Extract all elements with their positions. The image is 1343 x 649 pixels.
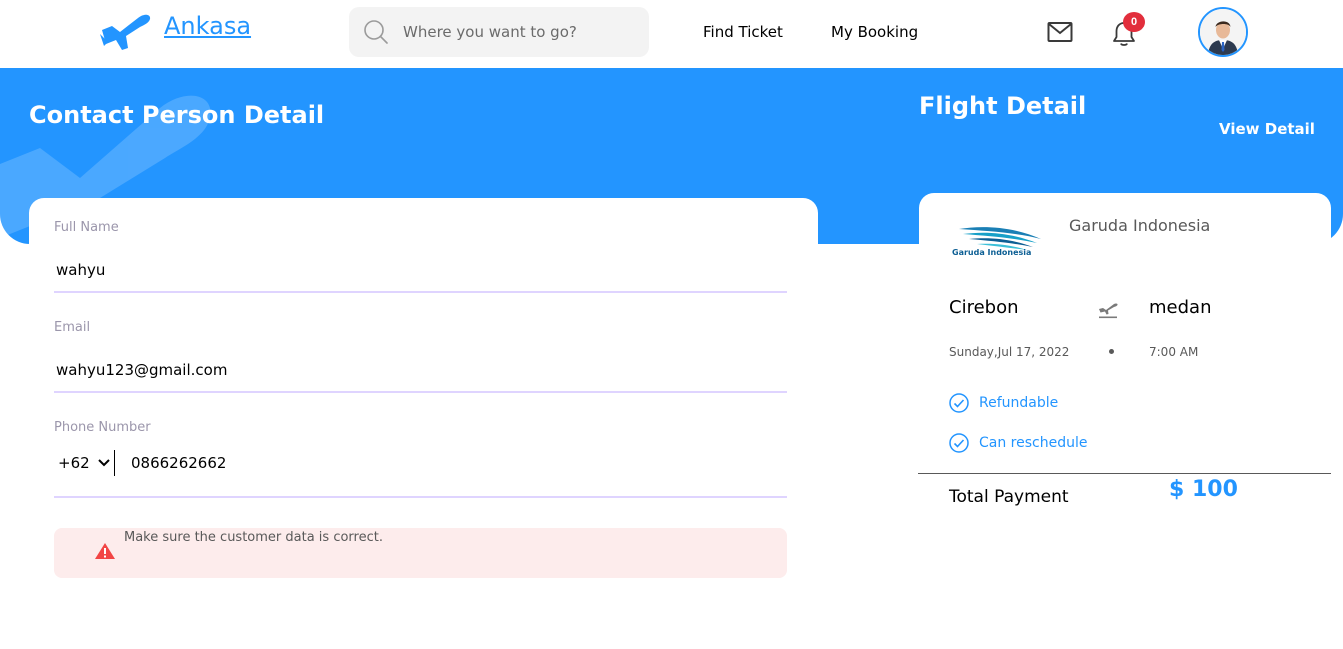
email-underline (54, 391, 787, 393)
country-code-select[interactable]: +62 (54, 454, 114, 472)
avatar[interactable] (1198, 7, 1248, 57)
flight-detail-card: Garuda Indonesia Garuda Indonesia Cirebo… (918, 193, 1331, 533)
warning-banner: Make sure the customer data is correct. (54, 528, 787, 578)
warning-icon (95, 543, 115, 559)
full-name-label: Full Name (54, 220, 119, 235)
search-bar[interactable] (349, 7, 649, 57)
feature-reschedule: Can reschedule (949, 433, 1087, 453)
check-circle-icon (949, 393, 969, 413)
phone-input-row: +62 0866262662 (54, 450, 226, 476)
check-circle-icon (949, 433, 969, 453)
brand-logo[interactable]: Ankasa (98, 12, 251, 52)
country-code-value: +62 (58, 454, 90, 472)
warning-text: Make sure the customer data is correct. (124, 530, 383, 545)
phone-input[interactable]: 0866262662 (131, 454, 226, 472)
user-avatar-icon (1200, 9, 1246, 55)
plane-logo-icon (100, 14, 151, 51)
contact-form-card: Full Name wahyu Email wahyu123@gmail.com… (29, 198, 818, 638)
phone-underline (54, 496, 787, 498)
nav-my-booking[interactable]: My Booking (831, 23, 918, 41)
full-name-underline (54, 291, 787, 293)
phone-field: Phone Number +62 0866262662 (54, 420, 787, 498)
separator-dot (1109, 349, 1114, 354)
plane-departure-icon (1099, 303, 1118, 319)
full-name-input[interactable]: wahyu (54, 261, 787, 279)
total-payment-label: Total Payment (949, 487, 1069, 507)
phone-label: Phone Number (54, 420, 151, 435)
airline-logo-text: Garuda Indonesia (952, 248, 1032, 257)
brand-name[interactable]: Ankasa (164, 12, 251, 40)
airline-name: Garuda Indonesia (1069, 216, 1211, 235)
chevron-down-icon (97, 459, 110, 467)
total-payment-value: $ 100 (1169, 477, 1238, 502)
full-name-field: Full Name wahyu (54, 220, 787, 293)
email-field: Email wahyu123@gmail.com (54, 320, 787, 393)
view-detail-link[interactable]: View Detail (1219, 120, 1315, 138)
nav-find-ticket[interactable]: Find Ticket (703, 23, 783, 41)
flight-time: 7:00 AM (1149, 345, 1199, 359)
origin-city: Cirebon (949, 297, 1019, 318)
feature-label: Can reschedule (979, 435, 1088, 451)
airline-logo: Garuda Indonesia (949, 221, 1049, 261)
contact-section-title: Contact Person Detail (29, 101, 325, 129)
navbar: Ankasa Find Ticket My Booking 0 (0, 0, 1343, 68)
email-input[interactable]: wahyu123@gmail.com (54, 361, 787, 379)
flight-date: Sunday,Jul 17, 2022 (949, 345, 1070, 359)
phone-separator (114, 450, 115, 476)
feature-label: Refundable (979, 395, 1059, 411)
search-input[interactable] (403, 23, 633, 41)
feature-refundable: Refundable (949, 393, 1058, 413)
destination-city: medan (1149, 297, 1212, 318)
search-icon (364, 20, 388, 44)
email-label: Email (54, 320, 91, 335)
flight-section-title: Flight Detail (919, 92, 1087, 120)
divider (918, 473, 1331, 474)
notification-badge: 0 (1123, 12, 1145, 32)
mail-icon[interactable] (1047, 21, 1073, 43)
notification-button[interactable]: 0 (1111, 12, 1151, 48)
